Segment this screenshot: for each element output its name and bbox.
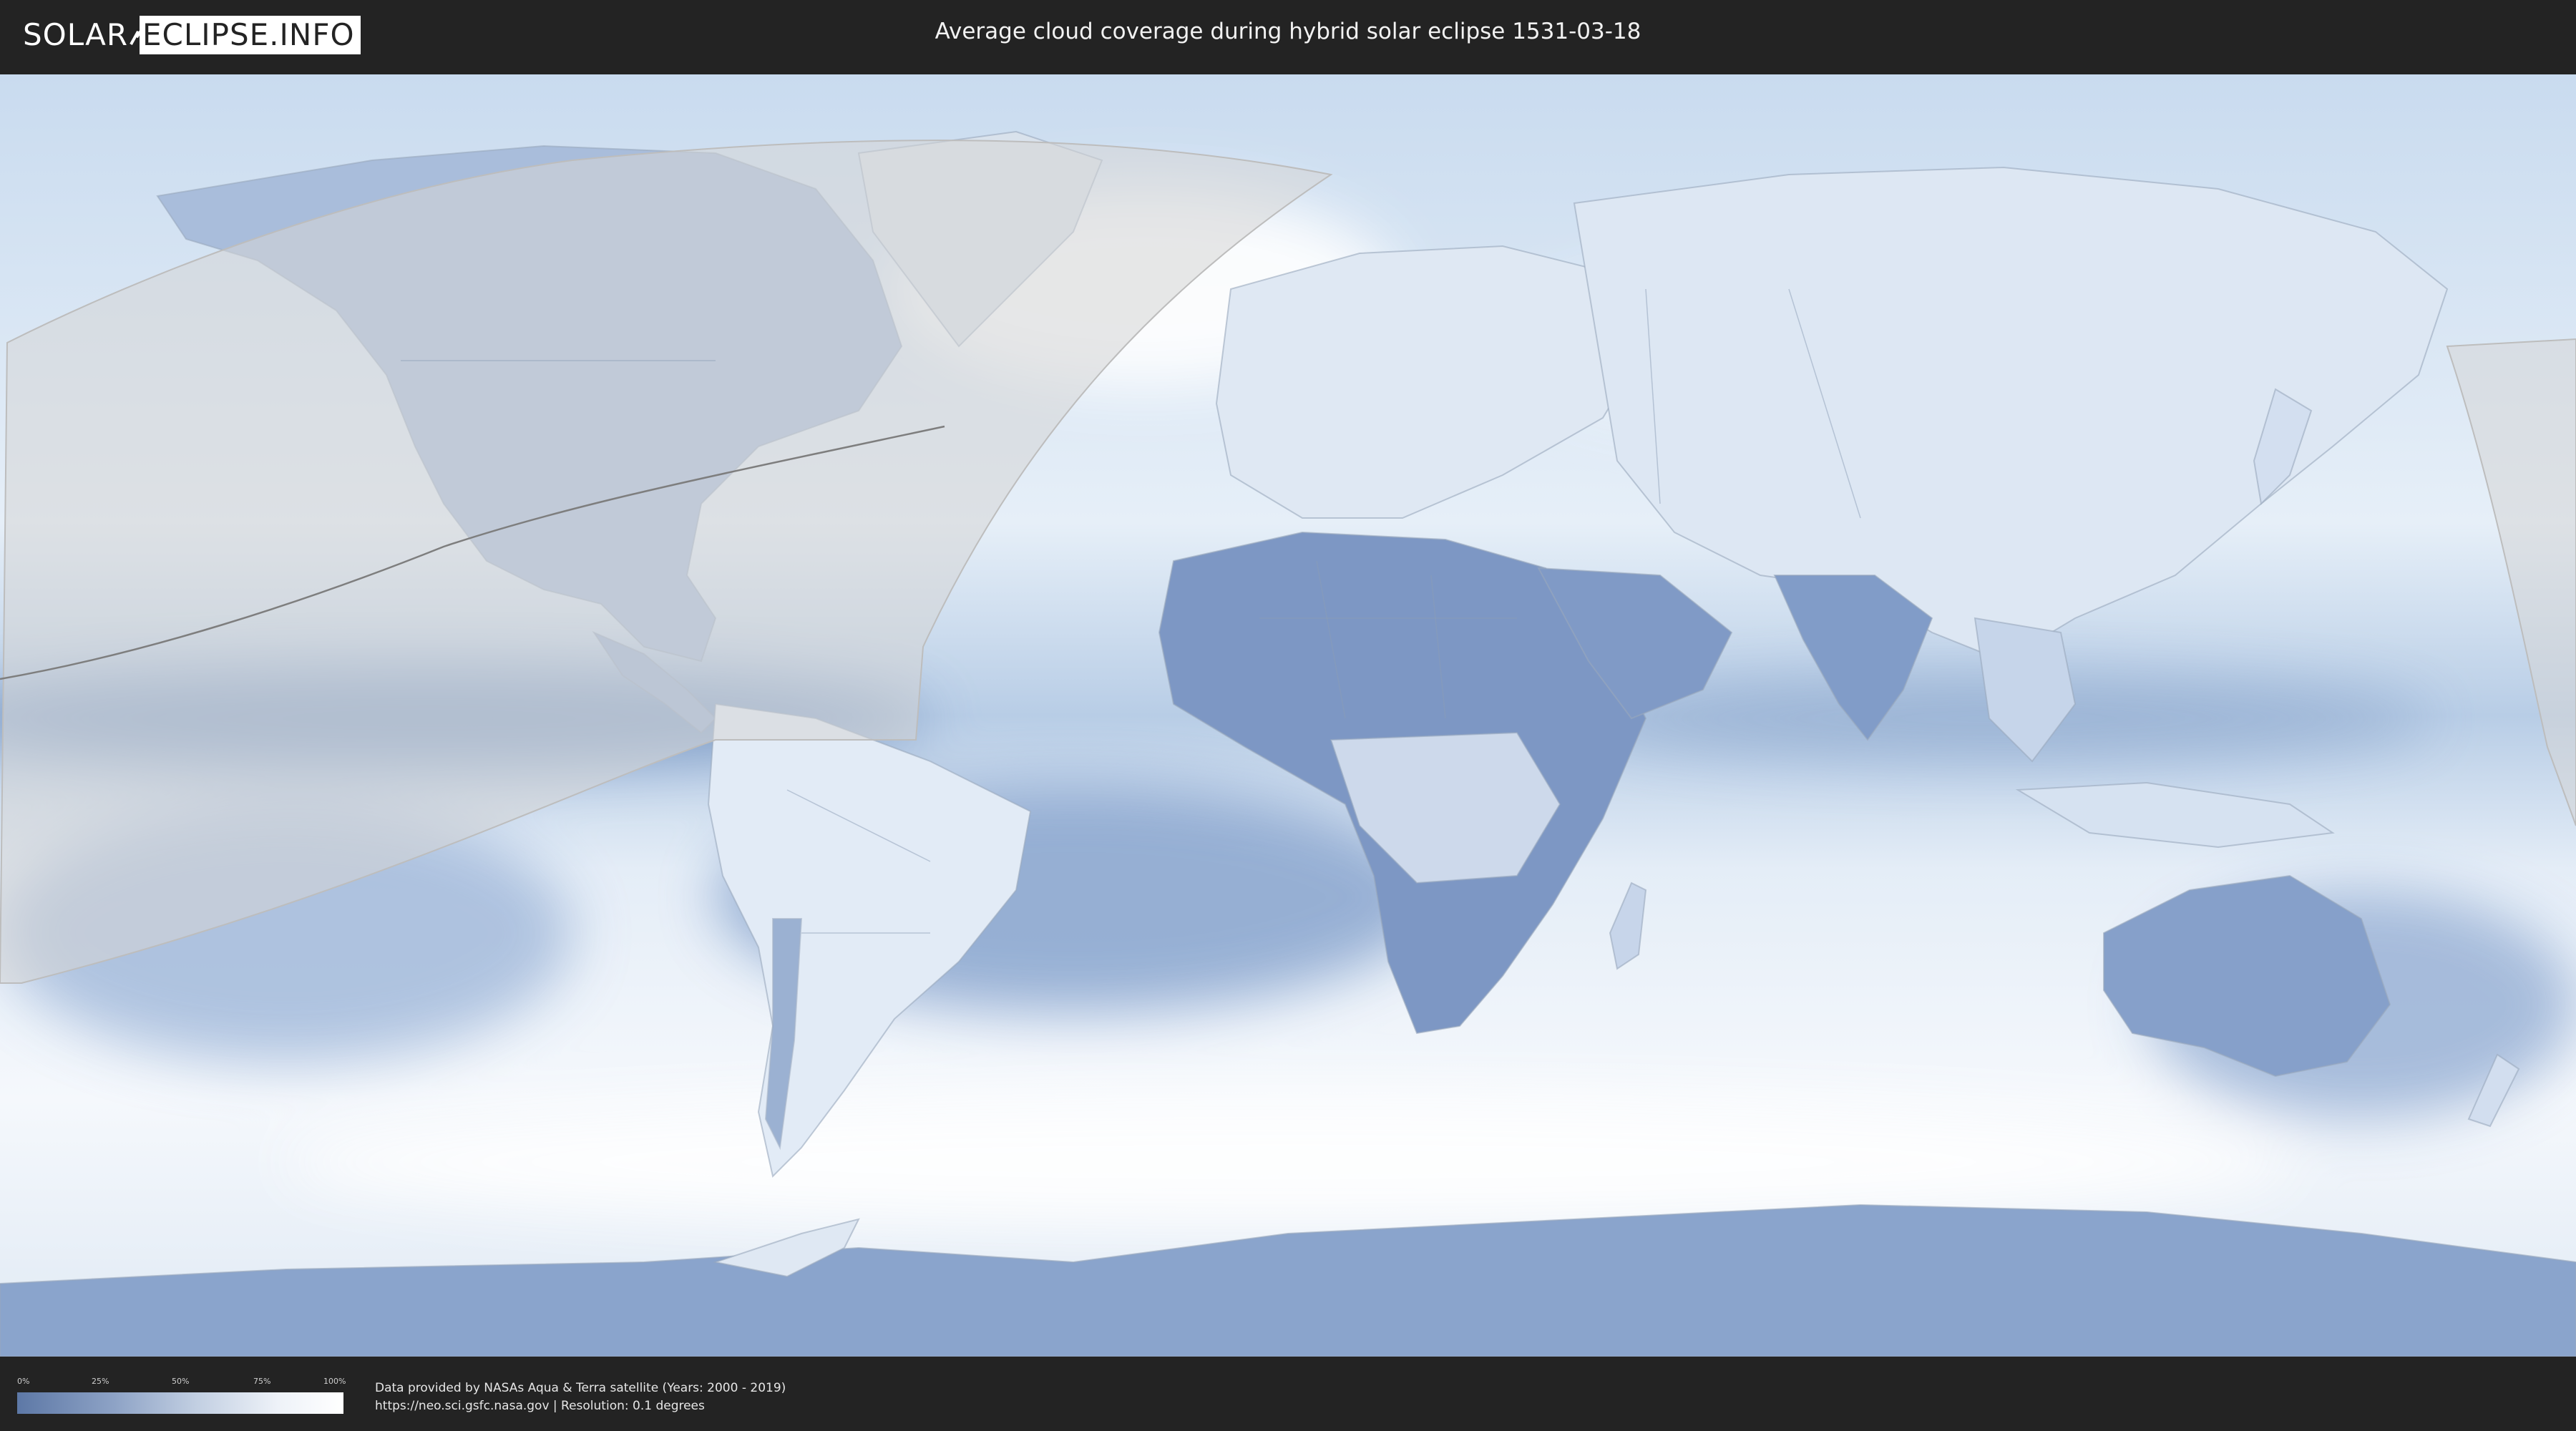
header-bar: SOLAR ECLIPSE.INFO Average cloud coverag… — [0, 0, 2576, 70]
legend-tick-0: 0% — [17, 1377, 30, 1386]
page: SOLAR ECLIPSE.INFO Average cloud coverag… — [0, 0, 2576, 1431]
credit-line: Data provided by NASAs Aqua & Terra sate… — [375, 1381, 786, 1395]
footer-bar: 0% 25% 50% 75% 100% Data provided by NAS… — [0, 1359, 2576, 1431]
cloud-coverage-legend: 0% 25% 50% 75% 100% — [17, 1377, 346, 1417]
legend-tick-100: 100% — [323, 1377, 346, 1386]
legend-tick-75: 75% — [253, 1377, 271, 1386]
legend-tick-50: 50% — [172, 1377, 190, 1386]
world-map — [0, 74, 2576, 1357]
cloud-coverage-map[interactable] — [0, 74, 2576, 1357]
data-credits: Data provided by NASAs Aqua & Terra sate… — [375, 1379, 786, 1415]
page-title: Average cloud coverage during hybrid sol… — [935, 19, 1641, 44]
source-line: https://neo.sci.gsfc.nasa.gov | Resoluti… — [375, 1399, 705, 1413]
legend-tick-25: 25% — [92, 1377, 109, 1386]
legend-gradient-bar — [17, 1392, 343, 1414]
